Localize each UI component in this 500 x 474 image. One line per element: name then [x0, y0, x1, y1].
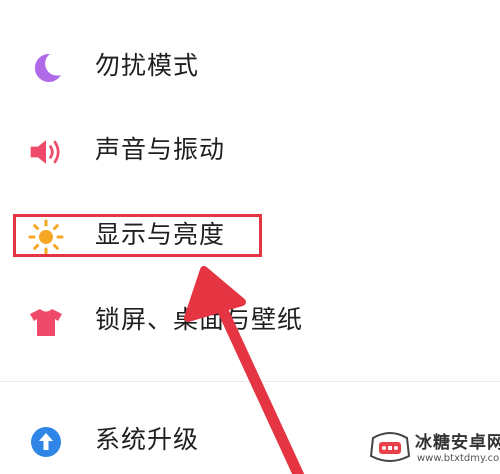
tshirt-icon [28, 304, 64, 340]
settings-item-label: 锁屏、桌面与壁纸 [95, 305, 304, 334]
watermark-logo-icon [369, 432, 411, 462]
moon-icon [28, 50, 64, 86]
speaker-icon [28, 134, 64, 170]
settings-item-sound-vibration[interactable]: 声音与振动 [0, 118, 500, 182]
settings-item-do-not-disturb[interactable]: 勿扰模式 [0, 34, 500, 98]
settings-item-label: 勿扰模式 [95, 51, 200, 80]
settings-item-lockscreen-wallpaper[interactable]: 锁屏、桌面与壁纸 [0, 288, 500, 352]
upgrade-arrow-icon [28, 424, 64, 460]
section-divider [0, 381, 500, 382]
watermark: 冰糖安卓网 www.btxtdmy.com [355, 418, 500, 474]
watermark-title: 冰糖安卓网 [415, 433, 500, 453]
settings-item-label: 声音与振动 [95, 135, 226, 164]
annotation-highlight-box [13, 214, 262, 257]
settings-item-label: 系统升级 [95, 425, 200, 454]
watermark-url: www.btxtdmy.com [417, 453, 500, 464]
